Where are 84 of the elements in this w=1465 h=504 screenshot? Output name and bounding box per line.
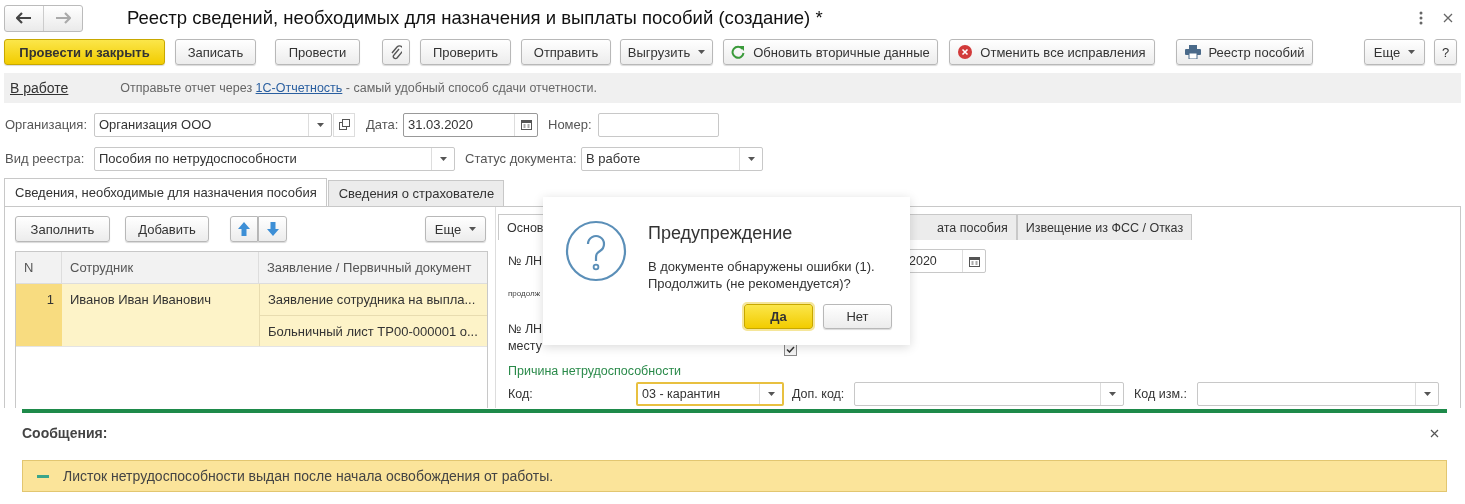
close-icon[interactable]: [1443, 12, 1453, 23]
refresh-icon: [731, 45, 746, 59]
dash-icon: [37, 474, 49, 478]
yes-button[interactable]: Да: [744, 304, 813, 329]
table-row[interactable]: 1 Иванов Иван Иванович Заявление сотрудника на выпла... Больничный лист ТР00-000001 о...: [16, 284, 487, 347]
field-label: Вид реестра:: [5, 151, 86, 166]
field-label: № ЛН: [508, 254, 543, 268]
caret-icon: [1108, 392, 1116, 396]
table-cell-text: Иванов Иван Иванович: [69, 291, 213, 309]
messages-title: Сообщения:: [22, 425, 108, 441]
move-up-button[interactable]: [230, 216, 258, 242]
print-button[interactable]: Реестр пособий: [1176, 39, 1313, 65]
caret-icon: [469, 227, 477, 231]
field-label: Код:: [508, 387, 534, 401]
caret-icon: [747, 156, 755, 161]
attach-button[interactable]: [382, 39, 410, 65]
tab[interactable]: Сведения о страхователе: [327, 180, 505, 206]
move-down-button[interactable]: [258, 216, 287, 242]
table-cell: 1: [16, 284, 62, 346]
dropdown-button[interactable]: Еще: [1364, 39, 1425, 65]
toolbar-button[interactable]: Заполнить: [15, 216, 110, 242]
section-title: Причина нетрудоспособности: [508, 364, 683, 378]
info-message: Отправьте отчет через 1С-Отчетность - самый удобный способ сдачи отчетности.: [120, 81, 597, 95]
table-cell: Больничный лист ТР00-000001 о...: [259, 315, 487, 346]
field-label: месту: [508, 338, 542, 355]
toolbar-button[interactable]: Проверить: [420, 39, 511, 65]
caret-icon: [698, 50, 706, 54]
cancel-icon: [958, 45, 973, 59]
window-title: Реестр сведений, необходимых для назначения и выплаты пособий (создание) *: [127, 6, 823, 29]
tab[interactable]: Извещение из ФСС / Отказ: [1016, 214, 1193, 240]
field-label: Организация:: [5, 117, 89, 132]
more-menu-icon[interactable]: [1419, 10, 1423, 25]
caret-icon: [1408, 50, 1416, 54]
dropdown-button[interactable]: Выгрузить: [620, 39, 713, 65]
caret-icon: [316, 122, 324, 127]
caret-icon: [767, 392, 775, 396]
check-icon: [786, 346, 795, 353]
up-arrow-icon: [238, 222, 250, 236]
toolbar-button[interactable]: Записать: [175, 39, 256, 65]
date-field[interactable]: 31.03.2020: [403, 112, 538, 137]
field-label: Статус документа:: [465, 151, 578, 166]
column-header[interactable]: Сотрудник: [62, 252, 259, 283]
dialog-message: В документе обнаружены ошибки (1). Продолжить (не рекомендуется)?: [648, 258, 876, 292]
close-icon[interactable]: [1430, 428, 1439, 438]
cancel-button[interactable]: Отменить все исправления: [949, 39, 1155, 65]
register-type-select[interactable]: Пособия по нетрудоспособности: [94, 146, 455, 171]
tab[interactable]: Сведения, необходимые для назначения пособия: [4, 178, 327, 206]
calendar-icon: [520, 119, 532, 130]
reporting-link[interactable]: 1С-Отчетность: [255, 81, 343, 95]
navigation-buttons[interactable]: [4, 4, 83, 32]
down-arrow-icon: [266, 222, 279, 236]
status-select[interactable]: В работе: [581, 146, 763, 171]
caret-icon: [439, 156, 447, 161]
column-header[interactable]: N: [16, 252, 62, 283]
code-select[interactable]: 03 - карантин: [636, 382, 784, 406]
field-label: продолж: [508, 289, 541, 298]
dialog-title: Предупреждение: [648, 223, 794, 244]
post-close-button[interactable]: Провести и закрыть: [4, 39, 165, 65]
question-icon: [565, 220, 627, 282]
toolbar-button[interactable]: Провести: [275, 39, 360, 65]
toolbar-button[interactable]: Добавить: [125, 216, 209, 242]
field-label: № ЛН: [508, 321, 543, 338]
paperclip-icon: [390, 44, 402, 60]
column-header[interactable]: Заявление / Первичный документ: [259, 252, 487, 283]
caret-icon: [1423, 392, 1431, 396]
message-text: Листок нетрудоспособности выдан после начала освобождения от работы.: [63, 468, 554, 484]
calendar-icon: [968, 255, 980, 267]
open-window-icon[interactable]: [338, 119, 350, 130]
message-item[interactable]: Листок нетрудоспособности выдан после начала освобождения от работы.: [22, 460, 1447, 492]
printer-icon: [1184, 45, 1201, 59]
number-field[interactable]: [598, 112, 719, 137]
back-arrow-icon[interactable]: [16, 12, 32, 24]
organization-select[interactable]: Организация ООО: [94, 112, 332, 137]
toolbar-button[interactable]: Отправить: [521, 39, 611, 65]
toolbar-button[interactable]: ?: [1434, 39, 1457, 65]
status-link[interactable]: В работе: [10, 80, 69, 96]
field-label: Доп. код:: [792, 387, 846, 401]
field-label: Код изм.:: [1134, 387, 1188, 401]
refresh-button[interactable]: Обновить вторичные данные: [723, 39, 938, 65]
field-label: Номер:: [548, 117, 593, 132]
table-cell: Заявление сотрудника на выпла...: [259, 284, 487, 315]
dropdown-button[interactable]: Еще: [425, 216, 486, 242]
no-button[interactable]: Нет: [823, 304, 892, 329]
field-label: Дата:: [366, 117, 400, 132]
